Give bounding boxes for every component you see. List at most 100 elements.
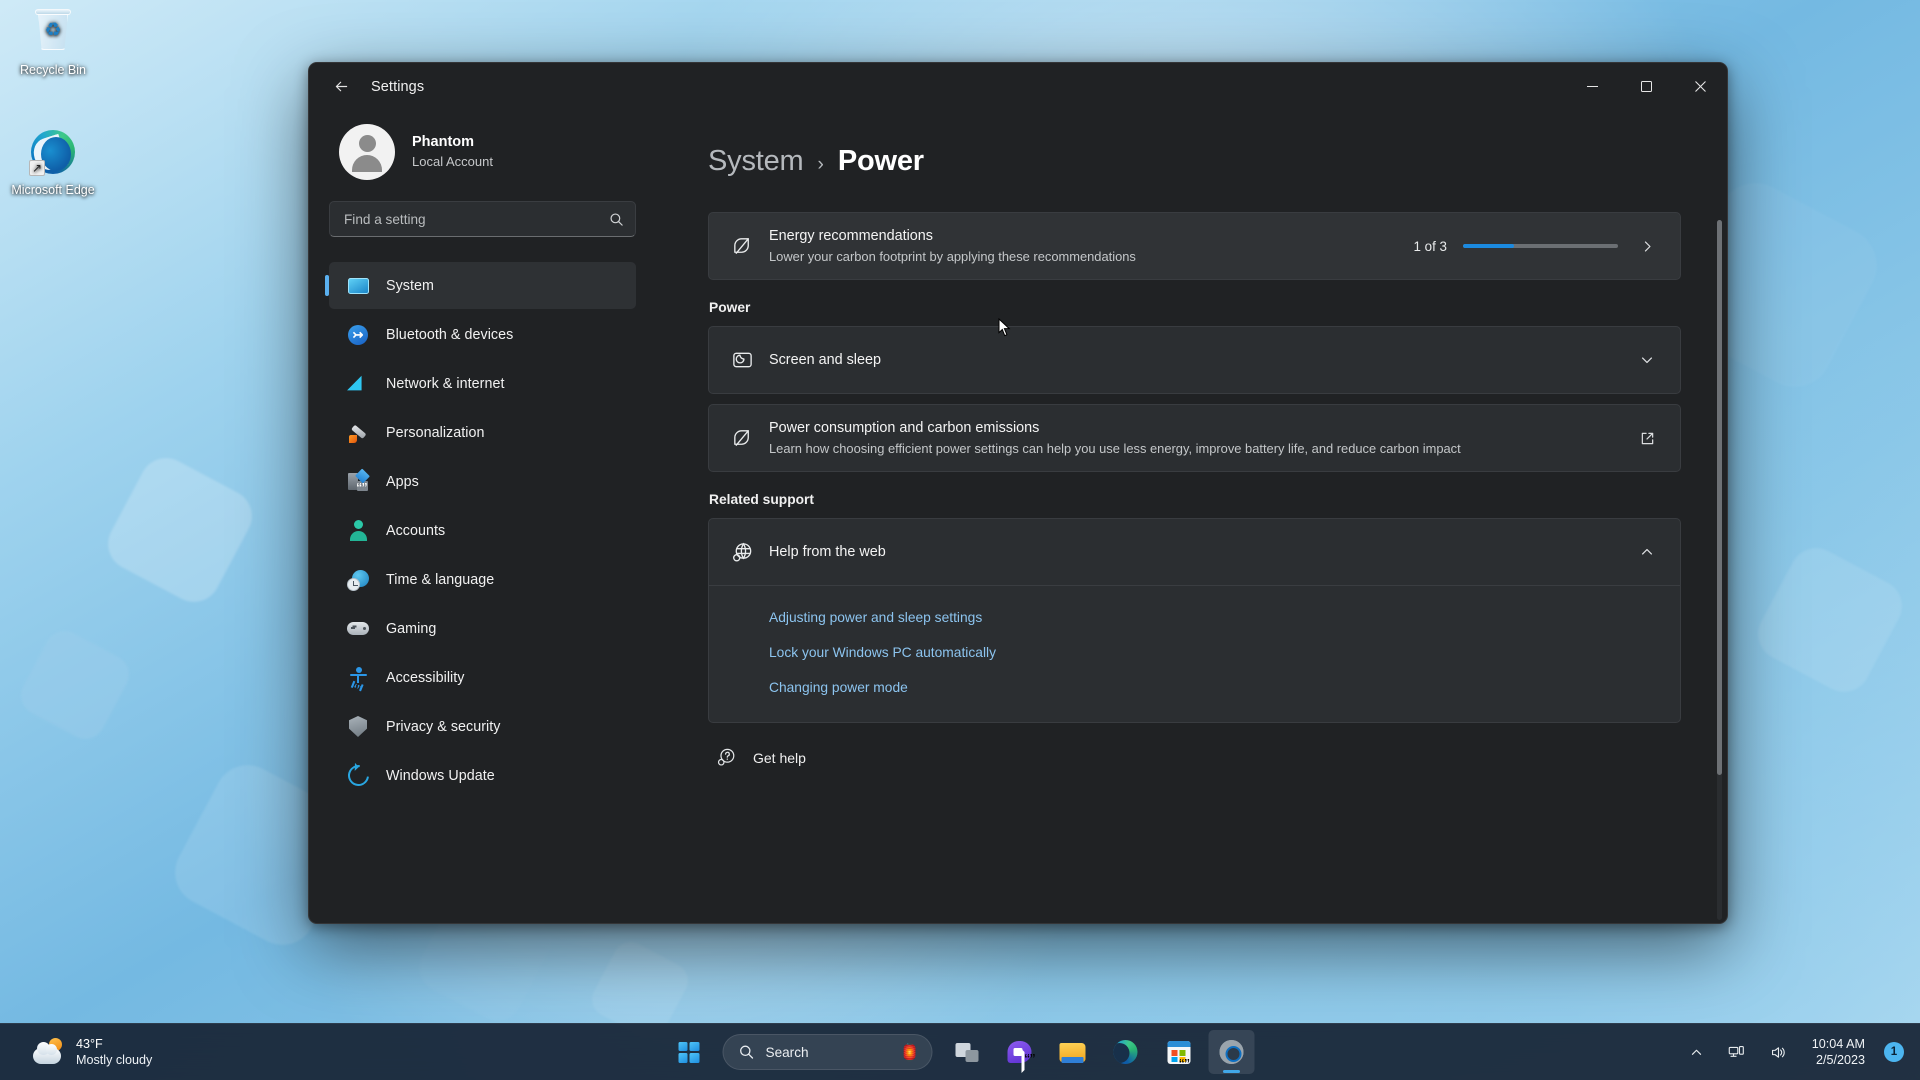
sidebar-item-accounts[interactable]: Accounts xyxy=(329,507,636,554)
user-avatar xyxy=(339,124,395,180)
screen-and-sleep-card[interactable]: Screen and sleep xyxy=(708,326,1681,394)
gamepad-icon xyxy=(346,617,370,641)
help-link[interactable]: Changing power mode xyxy=(769,678,1680,698)
profile-account-type: Local Account xyxy=(412,154,493,169)
energy-recommendations-card[interactable]: Energy recommendations Lower your carbon… xyxy=(708,212,1681,280)
get-help-icon xyxy=(716,747,737,768)
update-refresh-icon xyxy=(343,760,373,791)
sidebar-item-label: System xyxy=(386,277,434,294)
help-from-the-web-expander: Help from the web Adjusting power and sl… xyxy=(708,518,1681,723)
start-button[interactable] xyxy=(666,1030,712,1074)
sidebar-item-network-internet[interactable]: ◢ Network & internet xyxy=(329,360,636,407)
volume-icon[interactable] xyxy=(1764,1038,1793,1067)
file-explorer-icon xyxy=(1059,1042,1086,1063)
system-tray: 10:04 AM 2/5/2023 1 xyxy=(1684,1032,1904,1072)
recycle-bin-icon: ♻ xyxy=(29,8,77,56)
expander-content: Adjusting power and sleep settings Lock … xyxy=(709,585,1680,722)
expander-header[interactable]: Help from the web xyxy=(709,519,1680,585)
weather-widget[interactable]: 43°F Mostly cloudy xyxy=(22,1030,163,1074)
sidebar-item-label: Apps xyxy=(386,473,419,490)
profile-name: Phantom xyxy=(412,134,475,150)
microsoft-store-icon xyxy=(1167,1040,1190,1064)
clock-date[interactable]: 10:04 AM 2/5/2023 xyxy=(1806,1032,1871,1072)
external-link-icon[interactable] xyxy=(1634,425,1660,451)
taskbar-app-task-view[interactable] xyxy=(944,1030,990,1074)
sidebar-item-bluetooth-devices[interactable]: ↣ Bluetooth & devices xyxy=(329,311,636,358)
sidebar-item-gaming[interactable]: Gaming xyxy=(329,605,636,652)
recommendations-progress-bar xyxy=(1463,244,1618,248)
scrollbar-thumb[interactable] xyxy=(1717,220,1722,775)
search-icon xyxy=(739,1044,755,1060)
help-link[interactable]: Adjusting power and sleep settings xyxy=(769,608,1680,628)
desktop-icon-microsoft-edge[interactable]: ↗ Microsoft Edge xyxy=(5,128,101,198)
desktop-icon-recycle-bin[interactable]: ♻ Recycle Bin xyxy=(5,8,101,78)
wifi-icon: ◢ xyxy=(347,371,362,393)
sidebar-item-label: Privacy & security xyxy=(386,718,501,735)
sidebar-item-system[interactable]: System xyxy=(325,262,636,309)
partly-cloudy-icon xyxy=(33,1038,65,1066)
maximize-button[interactable] xyxy=(1619,63,1673,110)
shortcut-arrow-icon: ↗ xyxy=(29,160,45,176)
sidebar-item-label: Gaming xyxy=(386,620,437,637)
taskbar-app-settings[interactable] xyxy=(1208,1030,1255,1074)
close-button[interactable] xyxy=(1673,63,1727,110)
sidebar-item-apps[interactable]: Apps xyxy=(329,458,636,505)
window-title: Settings xyxy=(371,78,425,95)
notification-badge[interactable]: 1 xyxy=(1884,1042,1904,1062)
chevron-right-icon[interactable] xyxy=(1634,233,1660,259)
card-subtitle: Lower your carbon footprint by applying … xyxy=(769,249,1136,264)
breadcrumb: System › Power xyxy=(708,110,1681,212)
task-view-icon xyxy=(955,1042,978,1062)
sidebar-item-label: Accessibility xyxy=(386,669,465,686)
edge-icon xyxy=(1113,1040,1138,1064)
mouse-cursor xyxy=(998,318,1011,337)
globe-help-icon xyxy=(731,541,769,564)
desktop-icon-label: Recycle Bin xyxy=(20,63,86,77)
get-help-row[interactable]: Get help xyxy=(708,733,1681,768)
sidebar-item-time-language[interactable]: Time & language xyxy=(329,556,636,603)
taskbar: 43°F Mostly cloudy Search 🏮 10:04 AM 2/5… xyxy=(0,1023,1920,1080)
help-link[interactable]: Lock your Windows PC automatically xyxy=(769,643,1680,663)
chat-icon xyxy=(1007,1041,1032,1073)
sidebar-item-windows-update[interactable]: Windows Update xyxy=(329,752,636,799)
chevron-down-icon[interactable] xyxy=(1634,347,1660,373)
chevron-up-icon[interactable] xyxy=(1684,1040,1709,1065)
sidebar-item-label: Personalization xyxy=(386,424,485,441)
taskbar-search[interactable]: Search 🏮 xyxy=(722,1034,933,1070)
system-icon xyxy=(346,274,370,298)
section-heading-related-support: Related support xyxy=(709,492,815,507)
card-title: Power consumption and carbon emissions xyxy=(769,420,1040,436)
sidebar-item-label: Accounts xyxy=(386,522,446,539)
card-subtitle: Learn how choosing efficient power setti… xyxy=(769,441,1461,456)
taskbar-app-file-explorer[interactable] xyxy=(1050,1030,1096,1074)
taskbar-center: Search 🏮 xyxy=(666,1030,1255,1074)
search-input[interactable] xyxy=(344,211,609,227)
expander-title: Help from the web xyxy=(769,544,886,560)
breadcrumb-parent[interactable]: System xyxy=(708,145,804,178)
clock-globe-icon xyxy=(346,568,370,592)
sidebar-item-personalization[interactable]: Personalization xyxy=(329,409,636,456)
window-body: Phantom Local Account System ↣ Bluetooth… xyxy=(309,110,1727,923)
sidebar-item-privacy-security[interactable]: Privacy & security xyxy=(329,703,636,750)
power-consumption-card[interactable]: Power consumption and carbon emissions L… xyxy=(708,404,1681,472)
recommendations-count: 1 of 3 xyxy=(1413,238,1447,254)
user-profile[interactable]: Phantom Local Account xyxy=(329,110,636,201)
wallpaper-shape xyxy=(98,448,262,612)
taskbar-app-microsoft-store[interactable] xyxy=(1156,1030,1202,1074)
sidebar: Phantom Local Account System ↣ Bluetooth… xyxy=(309,110,654,923)
chevron-up-icon[interactable] xyxy=(1634,539,1660,565)
back-button[interactable] xyxy=(324,70,358,104)
taskbar-app-chat[interactable] xyxy=(997,1030,1043,1074)
page-title: Power xyxy=(837,145,924,177)
network-icon[interactable] xyxy=(1722,1038,1751,1067)
search-setting-box[interactable] xyxy=(329,201,636,237)
sidebar-item-label: Bluetooth & devices xyxy=(386,326,514,343)
sidebar-item-accessibility[interactable]: Accessibility xyxy=(329,654,636,701)
minimize-button[interactable] xyxy=(1565,63,1619,110)
vertical-scrollbar[interactable] xyxy=(1717,220,1722,920)
progress-fill xyxy=(1463,244,1515,248)
accessibility-icon xyxy=(346,666,370,690)
lantern-decoration-icon: 🏮 xyxy=(899,1042,921,1062)
get-help-label: Get help xyxy=(753,749,806,766)
taskbar-app-microsoft-edge[interactable] xyxy=(1103,1030,1149,1074)
